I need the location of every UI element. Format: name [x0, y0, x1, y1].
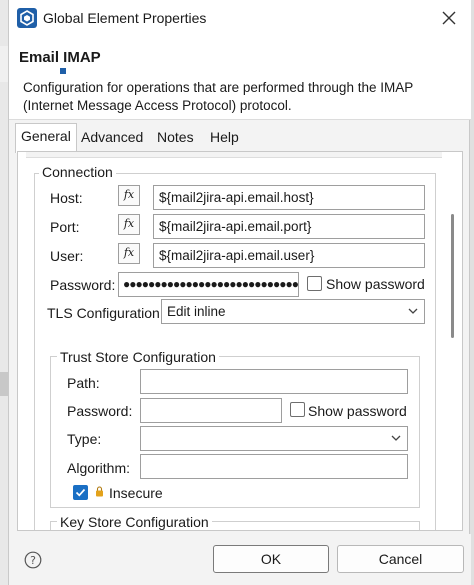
- background-window-strip: [0, 372, 8, 396]
- trust-password-input[interactable]: [140, 398, 282, 423]
- tls-configuration-label: TLS Configuration: [47, 305, 160, 321]
- dialog-footer: ? OK Cancel: [9, 534, 471, 585]
- element-title: Email IMAP: [19, 49, 101, 66]
- password-label: Password:: [50, 277, 116, 293]
- info-marker-icon: [60, 68, 66, 74]
- trust-path-input[interactable]: [140, 369, 408, 394]
- warning-lock-icon: [96, 486, 103, 497]
- host-input[interactable]: ${mail2jira-api.email.host}: [153, 185, 425, 210]
- global-element-properties-dialog: Global Element Properties Email IMAP Con…: [8, 0, 471, 585]
- trust-algorithm-label: Algorithm:: [67, 460, 131, 476]
- tab-general[interactable]: General: [15, 123, 77, 153]
- close-button[interactable]: [437, 6, 461, 30]
- vertical-scrollbar[interactable]: [451, 214, 454, 338]
- password-input[interactable]: ●●●●●●●●●●●●●●●●●●●●●●●●●●●●●: [118, 272, 299, 297]
- general-tab-panel: Connection Host: fx ${mail2jira-api.emai…: [17, 151, 463, 531]
- close-icon: [442, 11, 456, 25]
- cancel-button[interactable]: Cancel: [337, 545, 464, 573]
- tab-advanced[interactable]: Advanced: [76, 125, 148, 151]
- insecure-checkbox[interactable]: [73, 485, 88, 500]
- trust-path-label: Path:: [67, 375, 100, 391]
- user-input[interactable]: ${mail2jira-api.email.user}: [153, 243, 425, 268]
- dialog-header: Email IMAP Configuration for operations …: [9, 36, 471, 120]
- host-fx-button[interactable]: fx: [118, 185, 140, 206]
- port-input[interactable]: ${mail2jira-api.email.port}: [153, 214, 425, 239]
- chevron-down-icon: [408, 308, 418, 314]
- connection-group-label: Connection: [39, 164, 116, 180]
- anypoint-studio-icon: [17, 8, 37, 28]
- ok-button[interactable]: OK: [213, 545, 329, 573]
- trust-algorithm-input[interactable]: [140, 454, 408, 479]
- dialog-title: Global Element Properties: [43, 10, 207, 26]
- trust-show-password-label: Show password: [308, 403, 407, 419]
- dialog-titlebar: Global Element Properties: [9, 0, 471, 36]
- background-window-strip: [0, 46, 8, 82]
- show-password-label: Show password: [326, 276, 425, 292]
- svg-text:?: ?: [30, 554, 36, 567]
- user-fx-button[interactable]: fx: [118, 243, 140, 264]
- background-window: [0, 0, 8, 585]
- key-store-group-label: Key Store Configuration: [57, 514, 212, 530]
- tab-help[interactable]: Help: [205, 125, 244, 151]
- user-label: User:: [50, 248, 84, 264]
- trust-type-select[interactable]: [140, 426, 408, 451]
- help-icon[interactable]: ?: [24, 551, 42, 569]
- trust-show-password-checkbox[interactable]: [290, 402, 305, 417]
- scroll-area-edge: [26, 152, 442, 158]
- element-description: Configuration for operations that are pe…: [23, 80, 413, 113]
- tls-configuration-value: Edit inline: [167, 304, 226, 319]
- show-password-checkbox[interactable]: [307, 276, 322, 291]
- trust-password-label: Password:: [67, 403, 133, 419]
- port-label: Port:: [50, 219, 80, 235]
- tls-configuration-select[interactable]: Edit inline: [161, 299, 425, 324]
- host-label: Host:: [50, 190, 83, 206]
- tab-notes[interactable]: Notes: [152, 125, 199, 151]
- port-fx-button[interactable]: fx: [118, 214, 140, 235]
- tab-bar: General Advanced Notes Help: [9, 121, 471, 153]
- trust-store-group-label: Trust Store Configuration: [57, 349, 219, 365]
- checkmark-icon: [75, 488, 86, 497]
- insecure-label: Insecure: [109, 485, 163, 501]
- chevron-down-icon: [391, 435, 401, 441]
- trust-type-label: Type:: [67, 431, 102, 447]
